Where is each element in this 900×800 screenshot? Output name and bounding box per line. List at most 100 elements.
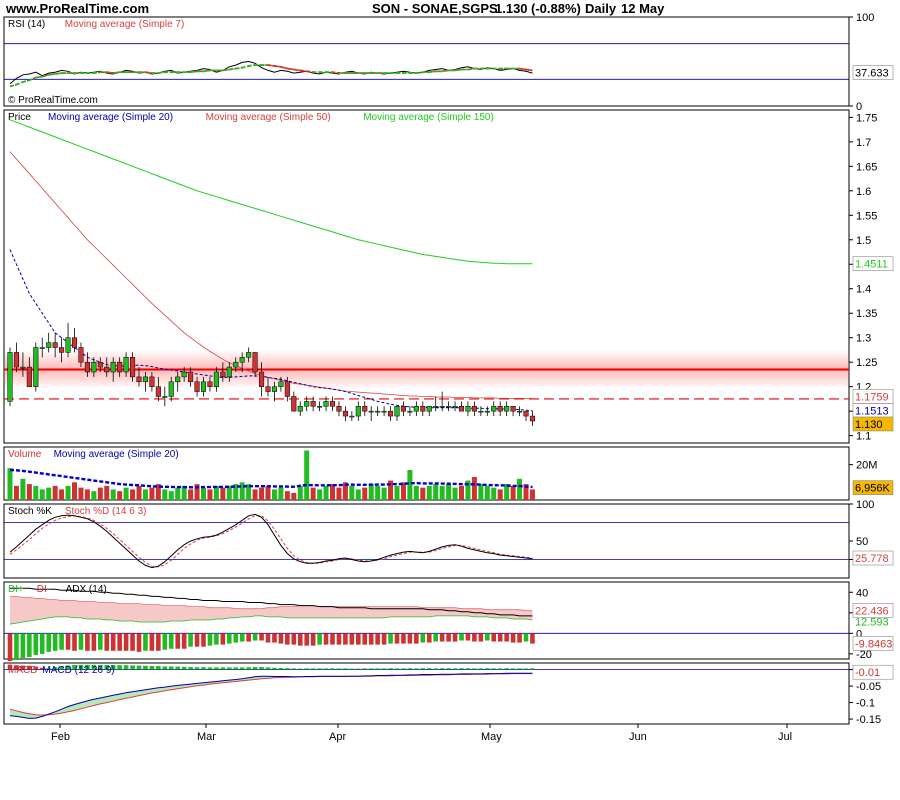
price-ytick-label: 1.65 (856, 161, 877, 173)
macd-histogram-bar (317, 668, 322, 670)
candle (65, 337, 71, 353)
dmi-histogram-bar (175, 633, 180, 649)
volume-bar (78, 487, 84, 500)
candle (278, 381, 284, 387)
candle (194, 381, 200, 392)
volume-bar (330, 484, 335, 500)
macd-histogram-bar (310, 668, 316, 670)
macd-ytick-label: -0.05 (856, 681, 881, 693)
candle (33, 347, 39, 387)
volume-bar (446, 484, 452, 500)
candle (149, 376, 155, 387)
candle (310, 401, 316, 407)
macd-histogram-bar (227, 667, 232, 670)
date-label: 12 May (621, 1, 665, 16)
volume-bar (252, 489, 258, 500)
stoch-ytick-label: 100 (856, 499, 874, 511)
volume-ytick-label: 20M (856, 460, 877, 472)
panel-price (3, 109, 850, 444)
price-ytick-label: 1.75 (856, 112, 877, 124)
dmi-histogram-bar (201, 633, 206, 647)
macd-histogram-bar (356, 668, 361, 670)
dmi-histogram-bar (446, 633, 451, 642)
xtick-label-jun: Jun (629, 731, 647, 743)
volume-bar (484, 485, 490, 500)
volume-bar (336, 487, 342, 500)
candle (104, 366, 110, 373)
volume-bar (471, 477, 477, 500)
candle (84, 361, 90, 373)
candle (13, 352, 19, 368)
volume-bar (7, 468, 13, 500)
ma150-value: 1.4511 (855, 259, 888, 271)
dmi-histogram-bar (368, 633, 374, 645)
price-ytick-label: 1.6 (856, 186, 871, 198)
candle (181, 371, 187, 378)
candle (220, 371, 226, 378)
macd-histogram-bar (433, 668, 438, 670)
rsi-last-value: 37.633 (855, 68, 889, 80)
candle (452, 406, 458, 408)
ma50-value: 1.1759 (855, 391, 889, 403)
macd-histogram-bar (388, 668, 393, 670)
xtick-label-feb: Feb (51, 731, 70, 743)
macd-histogram-bar (272, 667, 277, 670)
volume-bar (97, 487, 103, 500)
dmi-histogram-bar (207, 633, 213, 646)
dmi-histogram-bar (265, 633, 271, 643)
legend-macd: MACD (8, 665, 37, 676)
dmi-histogram-bar (394, 633, 400, 644)
candle (130, 357, 136, 378)
volume-bar (517, 478, 523, 500)
candle (491, 406, 497, 412)
macd-histogram-bar (246, 667, 251, 670)
macd-histogram-bar (452, 668, 458, 670)
volume-bar (188, 489, 194, 500)
dmi-histogram-bar (46, 633, 51, 652)
dmi-histogram-bar (117, 633, 122, 651)
candle (207, 381, 213, 387)
candle (213, 371, 219, 387)
volume-bar (349, 485, 355, 500)
period-label: Daily (585, 1, 617, 16)
volume-bar (265, 485, 271, 500)
panel-rsi (3, 16, 850, 107)
candle (110, 361, 116, 373)
volume-bar (72, 482, 77, 500)
dmi-histogram-bar (323, 633, 329, 645)
dmi-hist-value: -9.8463 (855, 638, 892, 650)
macd-histogram-bar (407, 668, 413, 670)
legend-moving-average-simple-20-: Moving average (Simple 20) (48, 112, 173, 123)
macd-histogram-bar (343, 668, 348, 670)
candle (323, 401, 329, 407)
rsi-ytick-label: 0 (856, 101, 862, 113)
macd-histogram-bar (368, 668, 374, 670)
macd-histogram-bar (446, 668, 451, 670)
macd-histogram-bar (220, 667, 226, 670)
macd-histogram-bar (291, 668, 297, 670)
macd-histogram-bar (497, 668, 503, 670)
volume-bar (117, 491, 123, 500)
volume-bar (271, 489, 277, 500)
volume-bar (278, 487, 284, 500)
candle (265, 386, 271, 392)
candle (188, 371, 194, 383)
macd-histogram-bar (394, 668, 400, 670)
site-name: www.ProRealTime.com (5, 1, 149, 16)
macd-histogram-bar (426, 668, 432, 670)
candle (362, 406, 368, 412)
candle (368, 410, 374, 413)
volume-bar (381, 487, 387, 500)
macd-histogram-bar (156, 665, 161, 670)
candle (252, 352, 258, 373)
xtick-label-jul: Jul (778, 731, 792, 743)
dmi-histogram-bar (27, 633, 32, 657)
volume-bar (355, 489, 361, 500)
legend-volume: Volume (8, 449, 42, 460)
dmi-histogram-bar (98, 633, 103, 650)
volume-bar (175, 487, 181, 500)
legend-moving-average-simple-50-: Moving average (Simple 50) (206, 112, 331, 123)
macd-histogram-bar (297, 668, 303, 670)
volume-bar (510, 485, 516, 500)
volume-bar (20, 478, 26, 500)
